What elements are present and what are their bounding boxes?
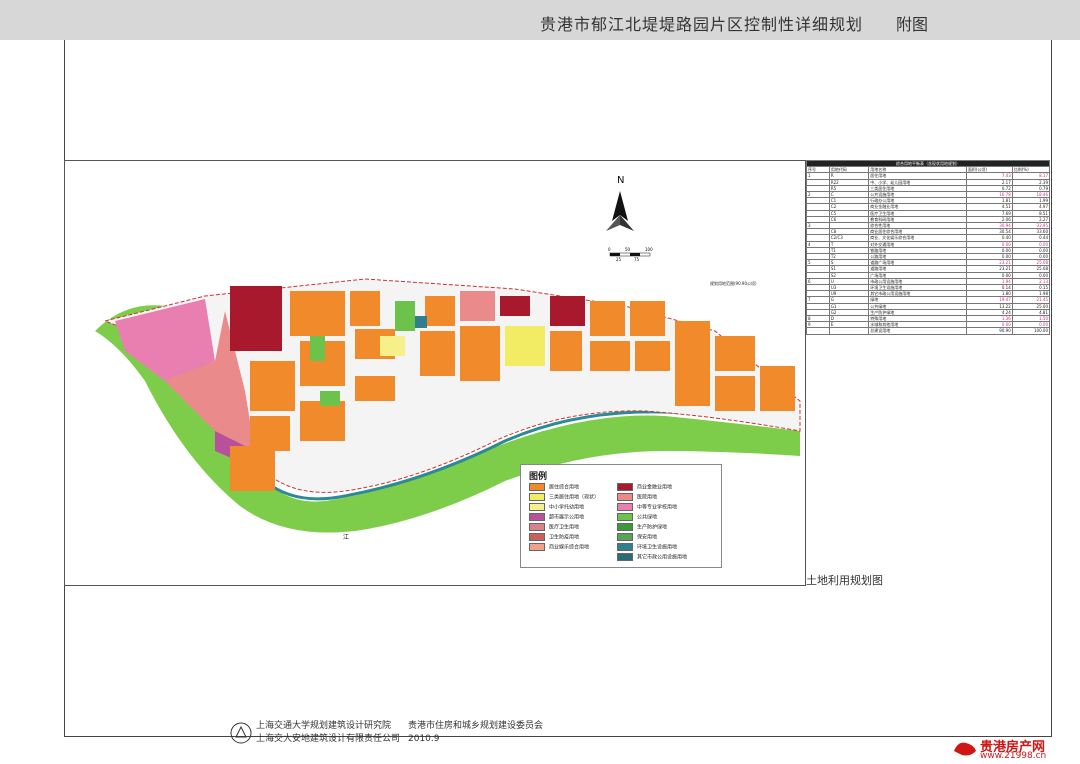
legend-swatch [529,493,545,501]
legend-label: 卫生防疫用地 [549,534,580,541]
legend-swatch [617,523,633,531]
legend-swatch [529,533,545,541]
legend-swatch [529,483,545,491]
legend-label: 公共绿地 [637,514,658,521]
block-school [505,326,545,366]
block-commercial-2 [550,296,585,326]
legend-label: 三类居住用地（现状） [549,494,600,501]
legend-item: 中等专业学校用地 [617,503,677,512]
table-row: 总建设用地 90.90 100.00 [806,327,1051,335]
block-commercial-3 [500,296,530,316]
legend-item: 商业金融业用地 [617,483,672,492]
legend-swatch [617,493,633,501]
scale-tick-25: 25 [616,257,622,262]
legend-label: 商业金融业用地 [637,484,673,491]
legend-label: 商业娱乐综合用地 [549,544,590,551]
legend-swatch [529,543,545,551]
legend-swatch [529,513,545,521]
map-caption: 土地利用规划图 [806,574,883,587]
legend-label: 医疗卫生用地 [549,524,580,531]
watermark: 贵港房产网 www.21998.cn [952,734,1078,762]
legend-item: 医疗卫生用地 [529,523,579,532]
legend-label: 环境卫生设施用地 [637,544,678,551]
org-primary: 上海交通大学规划建筑设计研究院 [256,721,392,731]
north-label: N [617,175,624,186]
block-hospital [460,291,495,321]
legend-item: 中小学托幼用地 [529,503,584,512]
legend: 图例 居住综合用地 商业金融业用地三类居住用地（现状） 医院用地中小学托幼用地 中等专… [520,464,722,568]
legend-item: 公共绿地 [617,513,657,522]
legend-swatch [617,553,633,561]
legend-swatch [617,503,633,511]
org-secondary: 上海交大安地建筑设计有限责任公司 [256,734,401,744]
legend-label: 医院用地 [637,494,658,501]
frame-right [1051,40,1052,736]
scale-bar: 0 50 100 25 75 [608,247,653,262]
legend-label: 超市展示公用地 [549,514,585,521]
frame-bottom [64,736,1052,737]
watermark-logo-icon [954,742,976,756]
table-cell: 总建设用地 [868,327,967,335]
legend-item: 保安用地 [617,533,657,542]
block-school-2 [380,336,405,356]
watermark-url: www.21998.cn [980,751,1047,761]
legend-swatch [617,543,633,551]
table-cell [828,327,870,335]
page-title: 贵港市郁江北堤堤路园片区控制性详细规划 [540,15,864,34]
legend-swatch [529,503,545,511]
client-org: 贵港市住房和城乡规划建设委员会 [408,721,544,731]
legend-item: 卫生防疫用地 [529,533,579,542]
legend-item: 商业娱乐综合用地 [529,543,589,552]
table-cell [806,327,830,335]
legend-item: 医院用地 [617,493,657,502]
figure-label: 附图 [896,15,929,34]
legend-swatch [617,533,633,541]
scale-tick-75: 75 [634,257,640,262]
plan-date: 2010.9 [408,734,440,744]
block-sanitation [415,316,427,328]
boundary-label: 规划用地范围(90.90公顷) [710,280,757,286]
legend-label: 居住综合用地 [549,484,580,491]
scale-tick-50: 50 [625,247,631,252]
legend-swatch [529,523,545,531]
block-commercial-1 [230,286,282,351]
legend-item: 环境卫生设施用地 [617,543,677,552]
legend-item: 居住综合用地 [529,483,579,492]
scale-tick-100: 100 [645,247,653,252]
legend-swatch [617,513,633,521]
legend-item: 生产防护绿地 [617,523,667,532]
legend-swatch [617,483,633,491]
legend-label: 其它市政公用设施用地 [637,554,688,561]
legend-label: 保安用地 [637,534,658,541]
university-logo-icon [230,722,252,744]
legend-label: 生产防护绿地 [637,524,668,531]
header-bar: 贵港市郁江北堤堤路园片区控制性详细规划 附图 [0,0,1080,40]
legend-item: 超市展示公用地 [529,513,584,522]
land-use-map-panel: N 0 50 100 25 75 规划用地范围(90.90公顷) 江 图例 居住… [64,160,806,586]
legend-label: 中等专业学校用地 [637,504,678,511]
scale-tick-0: 0 [608,247,611,252]
table-cell: 90.90 [965,327,1013,335]
legend-label: 中小学托幼用地 [549,504,585,511]
table-cell: 100.00 [1011,327,1051,335]
legend-title: 图例 [529,472,548,482]
legend-item: 三类居住用地（现状） [529,493,599,502]
land-balance-table: 综合用地平衡表（含现状用地规划） 序号 用地代码 用地名称 面积(公顷) 比例(%) 1… [806,159,1051,335]
river-label: 江 [343,534,349,541]
north-arrow-icon [606,191,634,231]
land-balance-table-wrap: 综合用地平衡表（含现状用地规划） 序号 用地代码 用地名称 面积(公顷) 比例(%) 1… [806,159,1051,335]
legend-item: 其它市政公用设施用地 [617,553,687,562]
